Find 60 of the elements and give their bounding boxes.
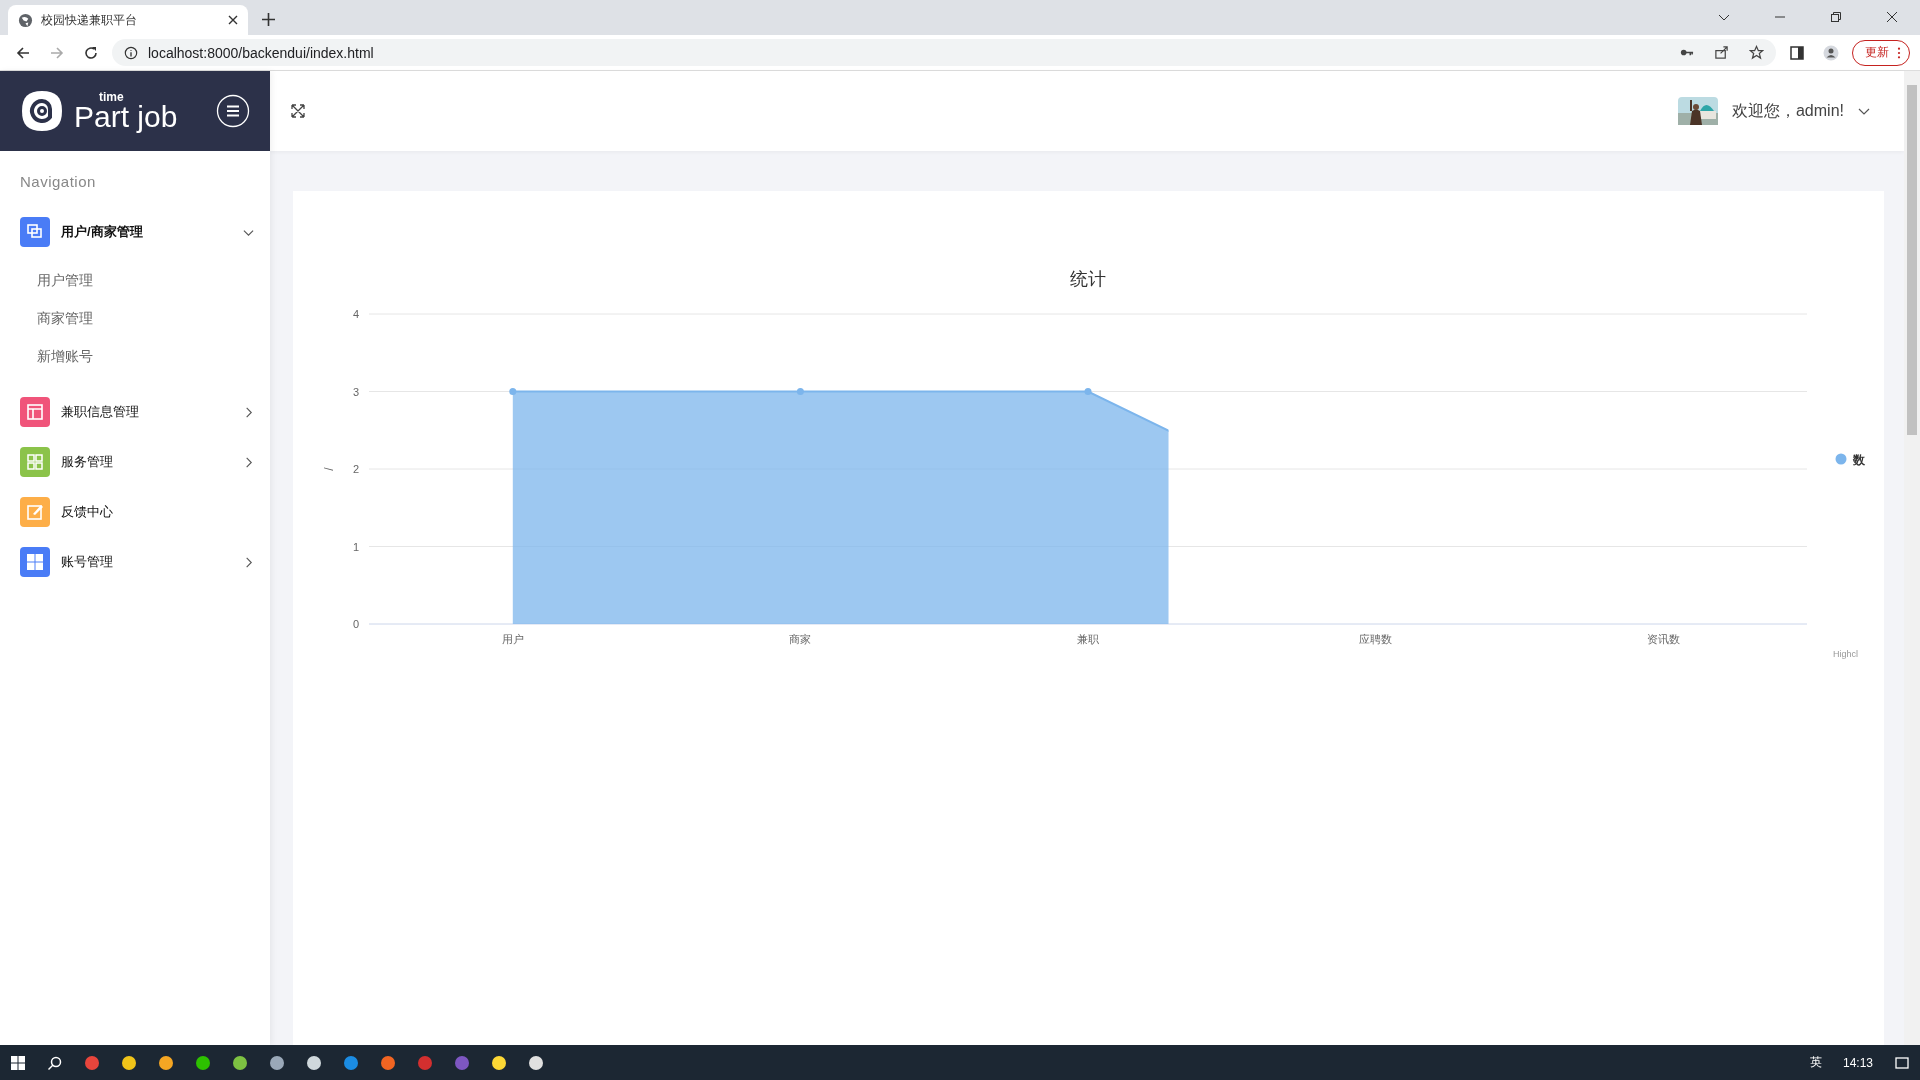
plus-icon[interactable] [262,13,275,26]
submenu-item[interactable]: 新增账号 [0,337,130,375]
close-icon[interactable] [228,15,238,25]
info-icon [124,45,138,60]
app-icon[interactable] [121,1054,137,1071]
axis-category-label: 兼职 [1077,633,1099,645]
menu-item[interactable]: 反馈中心 [0,487,270,537]
more-icon[interactable] [1897,46,1901,59]
scrollbar[interactable] [1904,71,1920,1045]
app-icon[interactable] [491,1054,507,1071]
axis-tick-label: 4 [352,308,359,320]
globe-icon [18,12,33,28]
search-icon[interactable] [47,1054,63,1071]
app-icon[interactable] [195,1054,211,1071]
clock-text[interactable]: 14:13 [1842,1055,1873,1070]
axis-tick-label: 1 [352,540,359,553]
legend-label[interactable]: 数 [1853,453,1865,467]
axis-category-label: 用户 [501,633,524,645]
submenu-item[interactable]: 用户管理 [0,261,130,299]
tab-title: 校园快递兼职平台 [41,11,138,29]
axis-tick-label: 3 [352,385,359,398]
input-method-text[interactable]: 英 [1809,1054,1822,1071]
axis-category-label: 应聘数 [1359,633,1393,645]
app-icon[interactable] [306,1054,322,1071]
chart-title: 统计 [1070,269,1106,289]
axis-category-label: 商家 [789,633,812,645]
browser-tab[interactable]: 校园快递兼职平台 [8,5,248,35]
menu-item[interactable]: 账号管理 [0,537,270,587]
share-icon[interactable] [1714,45,1729,60]
windows-logo-icon[interactable] [10,1054,26,1071]
app-icon[interactable] [232,1054,248,1071]
axis-tick-label: 0 [352,618,359,630]
notification-icon[interactable] [1894,1054,1910,1071]
restore-icon[interactable] [1830,11,1842,23]
update-button[interactable]: 更新 [1852,39,1910,66]
logo-icon [20,89,64,133]
star-icon[interactable] [1749,45,1764,60]
app-icon[interactable] [158,1054,174,1071]
logo-caption: time [99,90,124,103]
data-point [509,388,517,395]
address-field[interactable]: localhost:8000/backendui/index.html [112,39,1776,66]
fullscreen-icon[interactable] [290,103,306,119]
menu-item[interactable]: 服务管理 [0,437,270,487]
app-icon[interactable] [380,1054,396,1071]
menu-item[interactable]: 用户/商家管理 [0,207,270,257]
submenu-item[interactable]: 商家管理 [0,299,130,337]
close-icon[interactable] [1886,11,1898,23]
axis-title: / [322,467,336,471]
app-icon[interactable] [269,1054,285,1071]
menu-item[interactable]: 兼职信息管理 [0,387,270,437]
section-label: Navigation [19,172,97,192]
logo-text: Part job [74,101,178,132]
axis-tick-label: 2 [352,463,359,475]
axis-category-label: 资讯数 [1646,633,1680,645]
data-point [796,388,804,395]
menu-icon[interactable] [216,94,250,128]
data-point [1084,388,1092,395]
legend-marker [1835,453,1847,465]
app-icon[interactable] [528,1054,544,1071]
welcome-text[interactable]: 欢迎您，admin! [1731,100,1844,122]
